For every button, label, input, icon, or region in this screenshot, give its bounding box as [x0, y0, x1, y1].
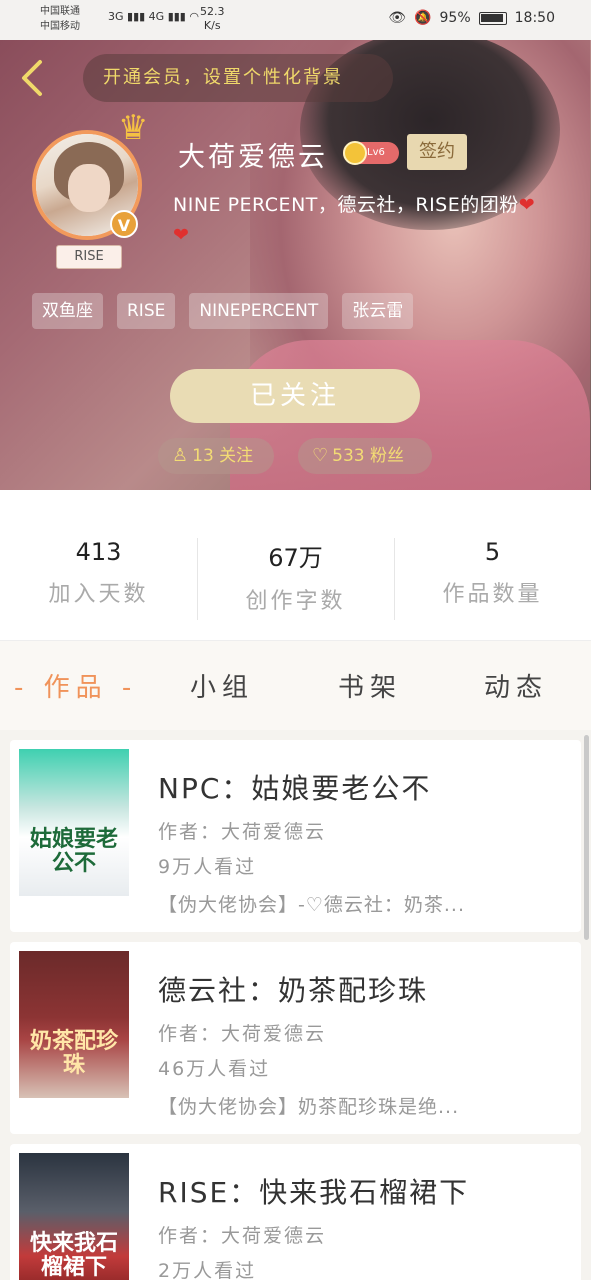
stat-works: 5 作品数量	[394, 538, 591, 608]
stat-label: 创作字数	[245, 589, 346, 614]
status-bar: 中国联通 中国移动 3G ▮▮▮ 4G ▮▮▮ ◠ 52.3 K/s 👁 🔕 9…	[0, 0, 591, 40]
heart-outline-icon: ♡	[312, 445, 329, 466]
network-speed-value: 52.3	[200, 5, 225, 18]
tab-groups[interactable]: 小组	[190, 667, 254, 704]
work-views: 9万人看过	[158, 856, 257, 878]
signin-button[interactable]: 签约	[407, 134, 467, 170]
profile-header: 开通会员，设置个性化背景 ♛ V RISE 大荷爱德云 Lv6 签约 NINE …	[0, 40, 591, 490]
bio-text: NINE PERCENT，德云社，RISE的团粉	[173, 194, 519, 216]
work-card[interactable]: 姑娘要老公不 NPC：姑娘要老公不 作者：大荷爱德云 9万人看过 【伪大佬协会】…	[10, 740, 581, 932]
fans-count: 533 粉丝	[332, 446, 404, 466]
work-views: 2万人看过	[158, 1260, 257, 1280]
status-right: 👁 🔕 95% 18:50	[388, 10, 555, 26]
heart-icon: ❤	[518, 194, 536, 216]
clock: 18:50	[514, 10, 555, 26]
scrollbar[interactable]	[584, 735, 589, 940]
carrier-info: 中国联通 中国移动	[40, 4, 80, 34]
network-speed: 52.3 K/s	[200, 5, 225, 33]
tab-activity[interactable]: 动态	[484, 667, 548, 704]
work-title: RISE：快来我石榴裙下	[158, 1176, 470, 1209]
stat-label: 加入天数	[48, 582, 149, 607]
stat-days: 413 加入天数	[0, 538, 197, 608]
eye-icon: 👁	[388, 10, 407, 26]
following-count: 13 关注	[192, 446, 254, 466]
work-title: NPC：姑娘要老公不	[158, 772, 432, 805]
book-cover: 奶茶配珍珠	[19, 951, 129, 1098]
back-button[interactable]	[18, 58, 54, 102]
stat-words: 67万 创作字数	[197, 538, 394, 615]
stat-value: 67万	[268, 544, 323, 572]
book-cover: 姑娘要老公不	[19, 749, 129, 896]
tab-bar: - 作品 - 小组 书架 动态	[0, 640, 591, 730]
verified-icon: V	[110, 210, 138, 238]
cover-title: 快来我石榴裙下	[29, 1231, 118, 1280]
work-author: 作者：大荷爱德云	[158, 821, 327, 843]
stats-panel: 413 加入天数 67万 创作字数 5 作品数量	[0, 490, 591, 640]
crown-icon: ♛	[118, 108, 149, 148]
signal-icon: 3G ▮▮▮ 4G ▮▮▮ ◠	[108, 10, 199, 23]
vip-banner[interactable]: 开通会员，设置个性化背景	[83, 54, 393, 102]
work-views: 46万人看过	[158, 1058, 271, 1080]
carrier-1: 中国联通	[40, 6, 80, 17]
work-title: 德云社：奶茶配珍珠	[158, 974, 429, 1007]
battery-icon	[478, 11, 507, 25]
work-card[interactable]: 奶茶配珍珠 德云社：奶茶配珍珠 作者：大荷爱德云 46万人看过 【伪大佬协会】奶…	[10, 942, 581, 1134]
network-speed-unit: K/s	[203, 19, 221, 32]
work-description: 【伪大佬协会】-♡德云社：奶茶...	[158, 894, 466, 916]
work-description: 【伪大佬协会】奶茶配珍珠是绝...	[158, 1096, 460, 1118]
fans-count-button[interactable]: ♡ 533 粉丝	[298, 438, 432, 474]
user-add-icon: ♙	[172, 445, 189, 466]
level-badge: Lv6	[343, 141, 399, 165]
tag[interactable]: 张云雷	[342, 293, 414, 329]
following-count-button[interactable]: ♙ 13 关注	[158, 438, 274, 474]
stat-value: 5	[484, 538, 501, 566]
cover-title: 姑娘要老公不	[29, 827, 118, 876]
mute-bell-icon: 🔕	[414, 10, 432, 26]
book-cover: 快来我石榴裙下	[19, 1153, 129, 1280]
username: 大荷爱德云	[178, 142, 328, 173]
chevron-left-icon	[22, 60, 42, 96]
crown-coin-icon	[343, 141, 367, 165]
work-author: 作者：大荷爱德云	[158, 1225, 327, 1247]
heart-icon: ❤	[173, 224, 190, 246]
cover-title: 奶茶配珍珠	[29, 1029, 118, 1078]
follow-button[interactable]: 已关注	[170, 369, 420, 423]
tag[interactable]: 双鱼座	[32, 293, 103, 329]
avatar-tag: RISE	[56, 245, 122, 269]
tab-bookshelf[interactable]: 书架	[338, 667, 402, 704]
tab-works[interactable]: - 作品 -	[14, 667, 137, 704]
work-author: 作者：大荷爱德云	[158, 1023, 327, 1045]
tag[interactable]: RISE	[117, 293, 176, 329]
work-card[interactable]: 快来我石榴裙下 RISE：快来我石榴裙下 作者：大荷爱德云 2万人看过	[10, 1144, 581, 1280]
carrier-2: 中国移动	[40, 21, 80, 32]
tag-list: 双鱼座 RISE NINEPERCENT 张云雷	[32, 293, 414, 329]
tag[interactable]: NINEPERCENT	[189, 293, 329, 329]
battery-percent: 95%	[439, 10, 471, 26]
bio: NINE PERCENT，德云社，RISE的团粉❤ ❤	[173, 190, 588, 250]
stat-label: 作品数量	[442, 582, 543, 607]
stat-value: 413	[75, 538, 122, 566]
level-text: Lv6	[367, 147, 385, 158]
